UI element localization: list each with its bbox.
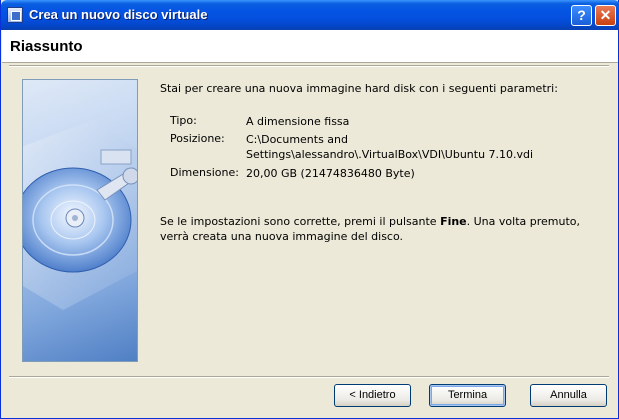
header-divider [9,65,609,67]
virtualbox-app-icon [7,7,23,23]
dialog-window: Crea un nuovo disco virtuale ? ✕ Riassun… [0,0,619,419]
page-title: Riassunto [10,38,83,55]
finish-button[interactable]: Termina [429,384,506,407]
type-value: A dimensione fissa [246,115,350,128]
size-label: Dimensione: [170,166,239,179]
back-button[interactable]: < Indietro [334,384,411,407]
footer-divider [9,376,609,378]
title-bar[interactable]: Crea un nuovo disco virtuale ? ✕ [1,0,619,30]
location-value: C:\Documents and Settings\alessandro\.Vi… [246,133,534,161]
cancel-button[interactable]: Annulla [530,384,607,407]
hard-disk-icon [23,120,137,310]
window-title: Crea un nuovo disco virtuale [29,7,208,22]
instructions-text-start: Se le impostazioni sono corrette, premi … [160,215,441,228]
instructions-finish-keyword: Fine [440,215,467,228]
location-label: Posizione: [170,132,225,145]
help-button[interactable]: ? [571,5,592,26]
hard-disk-illustration [22,79,138,362]
wizard-header: Riassunto [2,30,618,63]
type-label: Tipo: [170,114,197,127]
close-button[interactable]: ✕ [595,5,616,26]
summary-intro: Stai per creare una nuova immagine hard … [160,82,558,95]
size-value: 20,00 GB (21474836480 Byte) [246,167,415,180]
summary-instructions: Se le impostazioni sono corrette, premi … [160,214,580,244]
